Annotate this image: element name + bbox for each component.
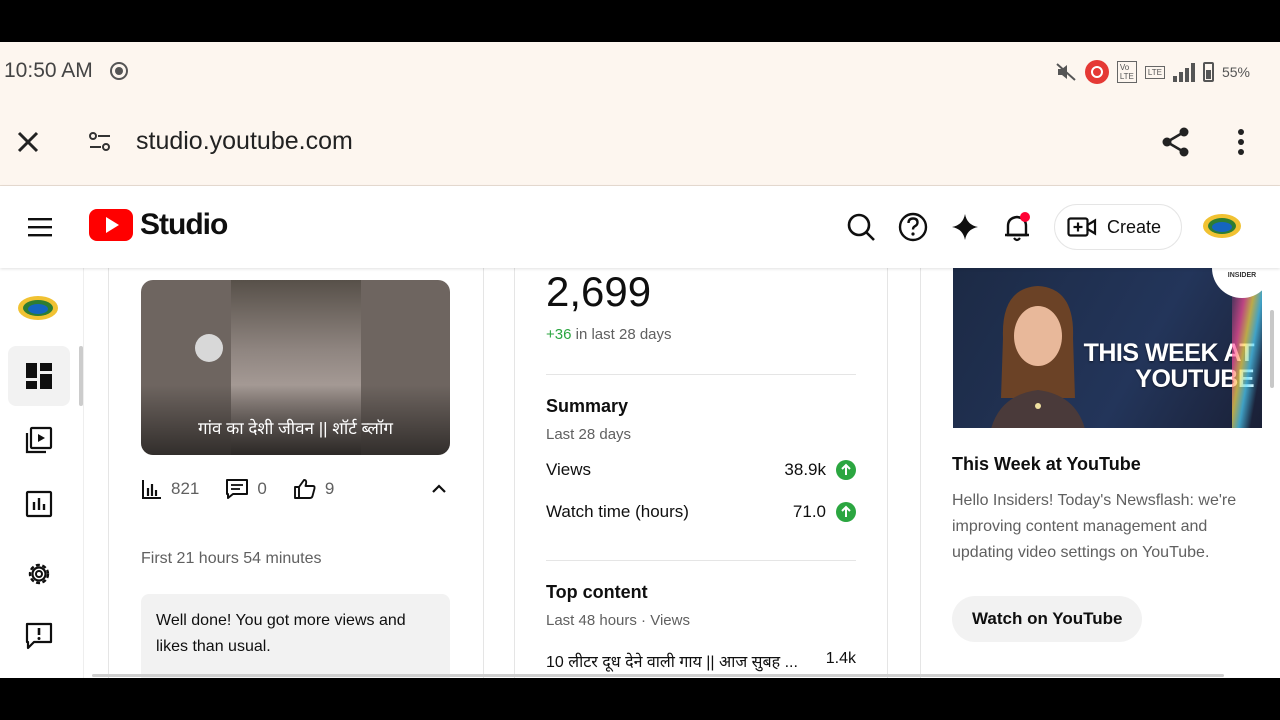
notifications-icon[interactable] [998, 208, 1036, 246]
thumbnail-overlay-dot [195, 334, 223, 362]
signal-icon [1172, 62, 1195, 82]
comment-icon [226, 479, 249, 499]
menu-icon[interactable] [24, 212, 58, 242]
summary-row-watch-time: Watch time (hours) 71.0 [546, 502, 856, 522]
horizontal-scrollbar[interactable] [92, 674, 1224, 677]
news-title: This Week at YouTube [952, 454, 1141, 474]
battery-percent: 55% [1221, 64, 1250, 80]
close-icon[interactable] [12, 126, 44, 158]
youtube-logo-icon [89, 209, 133, 241]
channel-avatar[interactable] [1200, 206, 1244, 246]
performance-message: Well done! You got more views and likes … [141, 594, 450, 678]
rail-channel-avatar[interactable] [14, 288, 62, 328]
news-thumbnail[interactable]: THIS WEEK AT YOUTUBE [953, 268, 1262, 428]
nav-settings[interactable] [8, 544, 70, 604]
settings-icon [28, 563, 50, 585]
studio-header: Studio Create [0, 186, 1280, 268]
arrow-up-icon [836, 460, 856, 480]
status-icons: Vo LTE LTE 55% [1055, 60, 1250, 84]
battery-icon [1202, 62, 1214, 82]
row-value: 38.9k [784, 460, 826, 479]
device-screen: 10:50 AM Vo LTE LTE 55% studio.youtube.c… [0, 42, 1280, 678]
thumb-up-icon [293, 479, 316, 499]
bar-chart-icon [142, 480, 161, 499]
nav-content[interactable] [8, 410, 70, 470]
row-label: Watch time (hours) [546, 502, 689, 521]
create-label: Create [1107, 216, 1162, 237]
subscriber-delta-value: +36 [546, 326, 572, 343]
top-content-title: Top content [546, 582, 648, 602]
comments-stat: 0 [225, 478, 267, 500]
views-count: 821 [171, 479, 200, 498]
views-stat: 821 [141, 478, 199, 500]
status-bar: 10:50 AM Vo LTE LTE 55% [0, 42, 1280, 100]
screen-record-icon [110, 62, 128, 80]
summary-row-views: Views 38.9k [546, 460, 856, 480]
nav-feedback[interactable] [8, 606, 70, 666]
mute-icon [1056, 63, 1076, 81]
top-content-item-title: 10 लीटर दूध देने वाली गाय || आज सुबह ... [546, 654, 798, 671]
news-body: Hello Insiders! Today's Newsflash: we're… [952, 492, 1237, 561]
video-thumbnail[interactable]: गांव का देशी जीवन || शॉर्ट ब्लॉग [141, 280, 450, 455]
status-time: 10:50 AM [4, 59, 93, 82]
video-add-icon [1067, 217, 1097, 237]
row-label: Views [546, 460, 592, 479]
recording-icon [1084, 60, 1109, 84]
divider [546, 374, 856, 375]
likes-count: 9 [324, 479, 335, 498]
create-button[interactable]: Create [1054, 204, 1183, 250]
sparkle-icon[interactable] [946, 208, 984, 246]
nav-dashboard[interactable] [8, 346, 70, 406]
summary-period: Last 28 days [546, 426, 632, 443]
nav-analytics[interactable] [8, 474, 70, 534]
summary-title: Summary [546, 396, 629, 416]
thumbnail-title: गांव का देशी जीवन || शॉर्ट ब्लॉग [198, 419, 393, 438]
rail-scrollbar[interactable] [79, 346, 83, 406]
comments-count: 0 [257, 479, 267, 498]
subscriber-count: 2,699 [546, 268, 652, 315]
help-icon[interactable] [894, 208, 932, 246]
page-scrollbar[interactable] [1270, 310, 1274, 388]
top-content-period: Last 48 hours · Views [546, 612, 690, 629]
likes-stat: 9 [293, 478, 334, 500]
feedback-icon [25, 622, 53, 650]
site-settings-icon[interactable] [86, 128, 114, 156]
letterbox-top [0, 0, 1280, 42]
performance-period: First 21 hours 54 minutes [141, 550, 322, 567]
volte-icon: Vo LTE [1116, 61, 1137, 83]
letterbox-bottom [0, 678, 1280, 720]
analytics-icon [25, 490, 53, 518]
watch-on-youtube-button[interactable]: Watch on YouTube [952, 596, 1143, 642]
top-content-item-views: 1.4k [825, 650, 856, 667]
lte-icon: LTE [1144, 65, 1165, 79]
video-stats: 821 0 9 [141, 476, 450, 502]
content-icon [25, 426, 53, 454]
left-nav-rail [0, 268, 84, 678]
news-thumbnail-text: THIS WEEK AT YOUTUBE [1083, 339, 1255, 393]
studio-logo[interactable]: Studio [88, 208, 228, 242]
subscriber-delta-suffix: in last 28 days [575, 326, 672, 343]
more-vert-icon[interactable] [1226, 124, 1256, 160]
share-icon[interactable] [1158, 124, 1194, 160]
search-icon[interactable] [842, 208, 880, 246]
logo-text: Studio [140, 208, 228, 241]
top-content-item[interactable]: 10 लीटर दूध देने वाली गाय || आज सुबह ...… [546, 650, 856, 672]
divider [546, 560, 856, 561]
url-text[interactable]: studio.youtube.com [136, 127, 353, 156]
dashboard-icon [26, 363, 52, 389]
browser-toolbar: studio.youtube.com [0, 100, 1280, 186]
subscriber-delta: +36 in last 28 days [546, 326, 672, 343]
arrow-up-icon [836, 502, 856, 522]
row-value: 71.0 [792, 502, 826, 521]
chevron-up-icon[interactable] [428, 478, 450, 500]
